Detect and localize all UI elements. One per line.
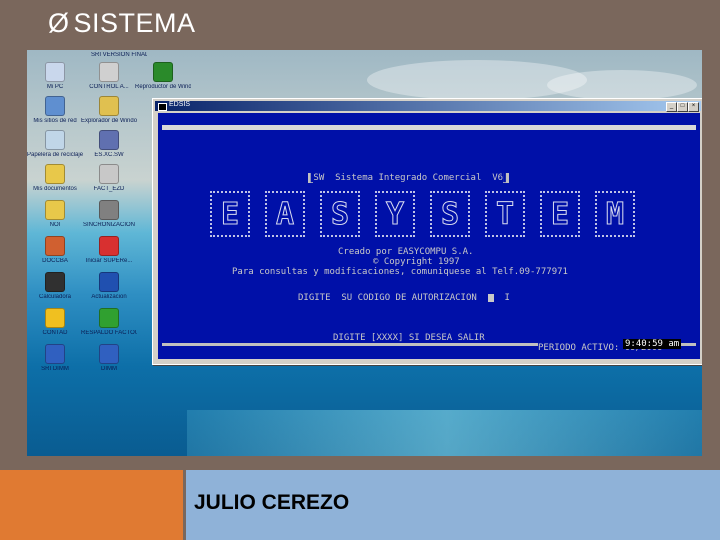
desktop-icon-label: Iniciar SUPERe... bbox=[85, 258, 133, 264]
desktop-icon[interactable]: Papelera de reciclaje bbox=[27, 130, 83, 159]
banner-letter: S bbox=[320, 191, 360, 237]
top-rule bbox=[162, 125, 696, 130]
desktop-icon[interactable]: Explorador de Windows bbox=[81, 96, 137, 125]
desktop-icon-label: SRI DIMM bbox=[41, 366, 69, 372]
desktop-icon-label: Mis documentos bbox=[33, 186, 77, 192]
desktop-icon-label: NOI bbox=[49, 222, 61, 228]
desktop-icon[interactable]: Calculadora bbox=[27, 272, 83, 301]
desktop-icon[interactable]: CONTAD bbox=[27, 308, 83, 337]
desktop-icon-label: Mi PC bbox=[46, 84, 64, 90]
banner-letter: S bbox=[430, 191, 470, 237]
app-icon bbox=[45, 200, 65, 220]
app-icon bbox=[99, 130, 119, 150]
app-icon bbox=[99, 62, 119, 82]
desktop-icon-label: CONTAD bbox=[42, 330, 68, 336]
app-icon bbox=[45, 164, 65, 184]
app-icon bbox=[45, 96, 65, 116]
desktop-icon-label: Calculadora bbox=[38, 294, 72, 300]
desktop-icon-label: RESPALDO FACTOUTS bbox=[81, 330, 137, 336]
app-icon bbox=[99, 236, 119, 256]
desktop-icon-label: ES.XC.SW bbox=[94, 152, 124, 158]
desktop-icon-label: Reproductor de Windows bbox=[135, 84, 191, 90]
desktop-icon[interactable]: Actualizacion bbox=[81, 272, 137, 301]
banner-letter: Y bbox=[375, 191, 415, 237]
desktop-icon-label: Papelera de reciclaje bbox=[27, 152, 83, 158]
close-button[interactable]: × bbox=[688, 102, 699, 112]
slide-title-text: SISTEMA bbox=[73, 8, 196, 38]
prompt-text: DIGITE SU CODIGO DE AUTORIZACION bbox=[298, 293, 488, 303]
desktop-icon[interactable]: ES.XC.SW bbox=[81, 130, 137, 159]
console-icon bbox=[158, 103, 167, 111]
desktop-icon-label: Actualizacion bbox=[91, 294, 127, 300]
banner-letter: T bbox=[485, 191, 525, 237]
easystem-banner: EASYSTEM bbox=[210, 191, 660, 237]
dos-screen[interactable]: ▐SW Sistema Integrado Comercial V6▌ EASY… bbox=[158, 113, 700, 359]
prompt-end: I bbox=[493, 293, 510, 303]
desktop-icon[interactable]: Iniciar SUPERe... bbox=[81, 236, 137, 265]
desktop-icon[interactable]: Mis sitios de red bbox=[27, 96, 83, 125]
desktop-icon-label: Mis sitios de red bbox=[33, 118, 77, 124]
app-icon bbox=[45, 344, 65, 364]
desktop-icon-label: CONTROL A... bbox=[89, 84, 129, 90]
banner-letter: E bbox=[540, 191, 580, 237]
desktop-icon[interactable]: FACT_EZD bbox=[81, 164, 137, 193]
desktop-top-label-text: SRI VERSION FINAL bbox=[91, 52, 147, 58]
desktop-top-label: SRI VERSION FINAL bbox=[91, 50, 147, 59]
authorization-prompt[interactable]: DIGITE SU CODIGO DE AUTORIZACION I bbox=[298, 293, 510, 303]
desktop-icon[interactable]: DOCCBA bbox=[27, 236, 83, 265]
app-icon bbox=[45, 62, 65, 82]
app-icon bbox=[45, 308, 65, 328]
exit-prompt: DIGITE [XXXX] SI DESEA SALIR bbox=[333, 333, 485, 343]
app-icon bbox=[99, 272, 119, 292]
desktop-icon-label: DIMM bbox=[101, 366, 117, 372]
app-icon bbox=[99, 344, 119, 364]
desktop-icon-label: SINCRONIZACION bbox=[82, 222, 135, 228]
bullet-arrow-icon: Ø bbox=[48, 8, 70, 38]
header-line: ▐SW Sistema Integrado Comercial V6▌ bbox=[308, 173, 509, 183]
window-titlebar[interactable]: EDSIS _ □ × bbox=[155, 101, 701, 112]
app-icon bbox=[45, 272, 65, 292]
desktop-icon[interactable]: NOI bbox=[27, 200, 83, 229]
app-icon bbox=[45, 236, 65, 256]
desktop-icon[interactable]: SRI DIMM bbox=[27, 344, 83, 373]
banner-letter: A bbox=[265, 191, 305, 237]
desktop-icon[interactable]: Mi PC bbox=[27, 62, 83, 91]
minimize-button[interactable]: _ bbox=[666, 102, 677, 112]
app-icon bbox=[45, 130, 65, 150]
app-icon bbox=[99, 96, 119, 116]
app-icon bbox=[99, 308, 119, 328]
maximize-button[interactable]: □ bbox=[677, 102, 688, 112]
sea-shine bbox=[187, 410, 702, 456]
window-title: EDSIS bbox=[169, 101, 191, 108]
footer-accent-block bbox=[0, 470, 183, 540]
app-icon bbox=[153, 62, 173, 82]
clock-readout: 9:40:59 am bbox=[623, 339, 682, 349]
desktop-screenshot: SRI VERSION FINAL Mi PC CONTROL A... Repro… bbox=[27, 50, 702, 456]
credit-line-2: © Copyright 1997 bbox=[373, 257, 460, 267]
desktop-icon[interactable]: Reproductor de Windows bbox=[135, 62, 191, 91]
desktop-icon[interactable]: DIMM bbox=[81, 344, 137, 373]
cloud bbox=[547, 70, 697, 100]
banner-letter: E bbox=[210, 191, 250, 237]
author-name: JULIO CEREZO bbox=[194, 491, 350, 514]
desktop-icon-label: FACT_EZD bbox=[93, 186, 125, 192]
desktop-icon-label: Explorador de Windows bbox=[81, 118, 137, 124]
credit-line-3: Para consultas y modificaciones, comuniq… bbox=[232, 267, 568, 277]
desktop-icon[interactable]: Mis documentos bbox=[27, 164, 83, 193]
credit-line-1: Creado por EASYCOMPU S.A. bbox=[338, 247, 474, 257]
app-icon bbox=[99, 200, 119, 220]
desktop-icon-label: DOCCBA bbox=[42, 258, 68, 264]
slide-title: Ø SISTEMA bbox=[48, 8, 196, 39]
app-icon bbox=[99, 164, 119, 184]
desktop-icon[interactable]: RESPALDO FACTOUTS bbox=[81, 308, 137, 337]
banner-letter: M bbox=[595, 191, 635, 237]
desktop-icon[interactable]: CONTROL A... bbox=[81, 62, 137, 91]
desktop-icon[interactable]: SINCRONIZACION bbox=[81, 200, 137, 229]
dos-window[interactable]: EDSIS _ □ × ▐SW Sistema Integrado Comerc… bbox=[152, 98, 702, 365]
